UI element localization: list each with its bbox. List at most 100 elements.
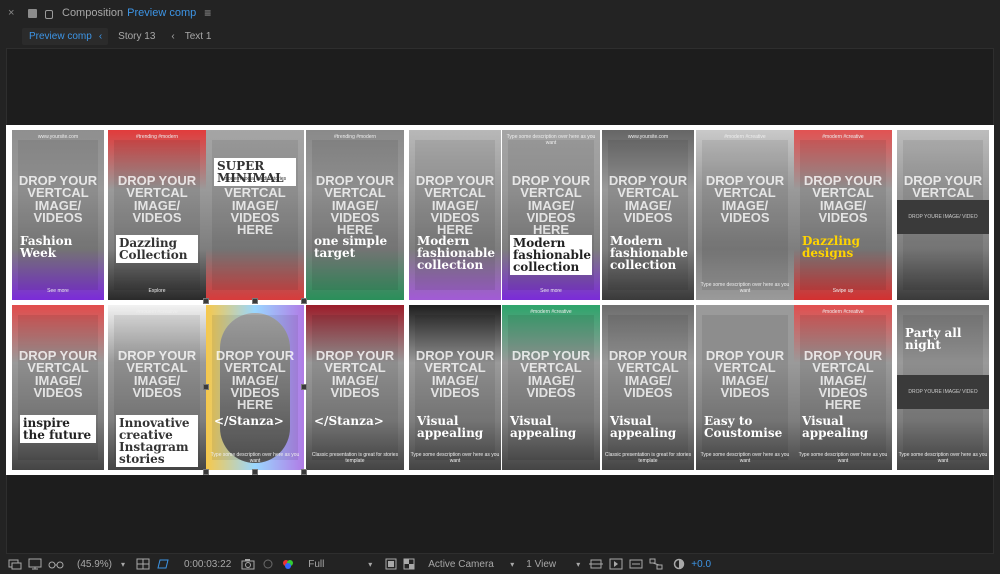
drop-placeholder-text: DROP YOUR VERTCAL IMAGE/ VIDEOS HERE [803,348,883,413]
story-template-tile[interactable]: #modern #creative DROP YOUR VERTCAL IMAGE… [794,130,892,300]
drop-placeholder-text: DROP YOUR VERTCAL IMAGE/ VIDEOS [511,348,591,401]
tile-top-text: #modern #creative [530,309,572,315]
selection-handle[interactable] [301,469,307,475]
comp-name-link[interactable]: Preview comp [127,7,196,19]
grid-guide-icon[interactable] [133,554,153,574]
exposure-value[interactable]: +0.0 [688,554,714,574]
flowchart-icon[interactable] [646,554,666,574]
selection-handle[interactable] [203,298,209,304]
story-template-tile[interactable]: DROP YOUR VERTCAL IMAGE/ VIDEOS inspire t… [12,305,104,470]
selection-handle[interactable] [203,469,209,475]
tile-footer: Explore [148,288,166,294]
glasses-icon[interactable] [45,554,67,574]
chevron-down-icon: ▾ [510,559,515,569]
chevron-left-icon: ‹ [98,30,103,42]
after-effects-composition-panel: × Composition Preview comp ≡ Preview com… [0,0,1000,574]
story-template-tile[interactable]: #modern #creative DROP YOUR VERTCAL IMAGE… [108,305,206,470]
tile-caption: Modern fashionable collection [610,234,689,272]
toggle-pixel-aspect-icon[interactable] [586,554,606,574]
drop-placeholder-text: DROP YOUR VERTCAL IMAGE/ VIDEOS HERE [511,173,591,238]
tile-footer: Type some description over here as you w… [700,282,790,294]
story-template-tile[interactable]: DROP YOUR VERTCAL IMAGE/ VIDEOS HERESUPE… [206,130,304,300]
panel-label: Composition [62,7,124,19]
lock-icon[interactable] [45,9,53,19]
crumb-label: Preview comp [29,30,92,42]
close-panel-icon[interactable]: × [8,7,22,19]
current-time[interactable]: 0:00:03:22 [181,554,234,574]
mask-visibility-icon[interactable] [153,554,173,574]
drop-placeholder-text: DROP YOUR VERTCAL IMAGE/ VIDEOS HERE [215,348,295,413]
story-template-tile[interactable]: DROP YOUR VERTCAL IMAGE/ VIDEOS HERE </St… [206,305,304,470]
tile-top-text: #modern #creative [822,309,864,315]
story-template-tile[interactable]: DROP YOUR VERTCAL IMAGE/ VIDEOS Visual ap… [602,305,694,470]
crumb-preview-comp[interactable]: Preview comp ‹ [22,27,109,45]
tile-caption: one simple target [314,234,388,260]
story-template-tile[interactable]: #modern #creative DROP YOUR VERTCAL IMAGE… [696,130,794,300]
drop-placeholder-text: DROP YOUR VERTCAL IMAGE/ VIDEOS [705,348,785,401]
camera-value: Active Camera [428,558,494,570]
drop-placeholder-text: DROP YOUR VERTCAL IMAGE/ VIDEOS HERE [315,173,395,238]
selection-handle[interactable] [252,298,258,304]
selection-handle[interactable] [252,469,258,475]
drop-placeholder-text: DROP YOUR VERTCAL IMAGE/ VIDEOS [705,173,785,226]
timeline-icon[interactable] [626,554,646,574]
chevron-left-icon: ‹ [171,30,175,42]
selection-handle[interactable] [203,384,209,390]
channel-color-icon[interactable] [278,554,298,574]
story-template-tile[interactable]: DROP YOUR VERTCAL IMAGE/ VIDEOS Easy to C… [696,305,794,470]
tile-caption: Dazzling Collection [116,235,198,263]
resolution-dropdown[interactable]: Full ▾ [304,554,376,574]
drop-placeholder-text: DROP YOUR VERTCAL IMAGE/ VIDEOS [18,173,98,226]
story-template-tile[interactable]: www.yoursite.com DROP YOUR VERTCAL IMAGE/… [602,130,694,300]
story-template-tile[interactable]: DROP YOUR VERTCAL IMAGE/ VIDEOSDROP YOUR… [897,130,989,300]
tile-top-text: #modern #creative [724,134,766,140]
panel-titlebar: × Composition Preview comp ≡ [0,0,1000,26]
snapshot-toggle-icon[interactable] [0,554,25,574]
zoom-dropdown[interactable]: (45.9%) ▾ [73,554,129,574]
story-template-tile[interactable]: #trending #modern DROP YOUR VERTCAL IMAGE… [108,130,206,300]
composition-frame[interactable]: www.yoursite.com DROP YOUR VERTCAL IMAGE/… [6,125,994,475]
tile-caption: Modern fashionable collection [510,235,592,275]
crumb-text-1[interactable]: Text 1 [185,31,212,42]
story-template-tile[interactable]: #modern #creative DROP YOUR VERTCAL IMAGE… [502,305,600,470]
tile-top-text: Type some description over here as you w… [506,134,596,146]
story-template-tile[interactable]: DROP YOURE IMAGE/ VIDEO Party all night Ty… [897,305,989,470]
crumb-story-13[interactable]: Story 13 [118,31,155,42]
tile-caption: Dazzling designs [802,234,861,260]
chevron-down-icon: ▾ [120,559,125,569]
zoom-value: (45.9%) [77,558,113,570]
tile-caption: Visual appealing [802,414,869,440]
region-of-interest-icon[interactable] [382,554,400,574]
story-template-tile[interactable]: www.yoursite.com DROP YOUR VERTCAL IMAGE/… [12,130,104,300]
tile-footer: Type some description over here as you w… [898,452,988,464]
monitor-icon[interactable] [25,554,45,574]
drop-placeholder-text: DROP YOUR VERTCAL IMAGE/ VIDEOS [315,348,395,401]
drop-placeholder-text: DROP YOUR VERTCAL IMAGE/ VIDEOS [415,348,495,401]
fast-preview-icon[interactable] [606,554,626,574]
story-template-tile[interactable]: DROP YOUR VERTCAL IMAGE/ VIDEOS </Stanza>… [306,305,404,470]
tile-top-text: #modern #creative [136,309,178,315]
tile-caption: </Stanza> [214,414,284,428]
tile-footer: See more [540,288,562,294]
tile-caption: Visual appealing [610,414,677,440]
camera-snapshot-icon[interactable] [238,554,258,574]
drop-placeholder-text: DROP YOUR VERTCAL IMAGE/ VIDEOS [117,173,197,226]
transparency-grid-icon[interactable] [400,554,418,574]
reset-exposure-icon[interactable] [670,554,688,574]
selection-handle[interactable] [301,298,307,304]
story-template-tile[interactable]: DROP YOUR VERTCAL IMAGE/ VIDEOS Visual ap… [409,305,501,470]
panel-color-swatch-icon[interactable] [28,8,37,18]
tile-caption: inspire the future [20,415,96,443]
camera-dropdown[interactable]: Active Camera ▾ [424,554,518,574]
show-snapshot-icon[interactable] [258,554,278,574]
views-dropdown[interactable]: 1 View ▾ [522,554,584,574]
story-template-tile[interactable]: Type some description over here as you w… [502,130,600,300]
selection-handle[interactable] [301,384,307,390]
story-template-tile[interactable]: #trending #modern DROP YOUR VERTCAL IMAGE… [306,130,404,300]
comp-navigator: Preview comp ‹ Story 13 ‹ Text 1 [0,26,1000,46]
story-template-tile[interactable]: #modern #creative DROP YOUR VERTCAL IMAGE… [794,305,892,470]
tile-footer: Type some description over here as you w… [798,452,888,464]
panel-menu-icon[interactable]: ≡ [204,6,211,20]
tile-footer: Type some description over here as you w… [210,452,300,464]
story-template-tile[interactable]: DROP YOUR VERTCAL IMAGE/ VIDEOS HERE Mode… [409,130,501,300]
